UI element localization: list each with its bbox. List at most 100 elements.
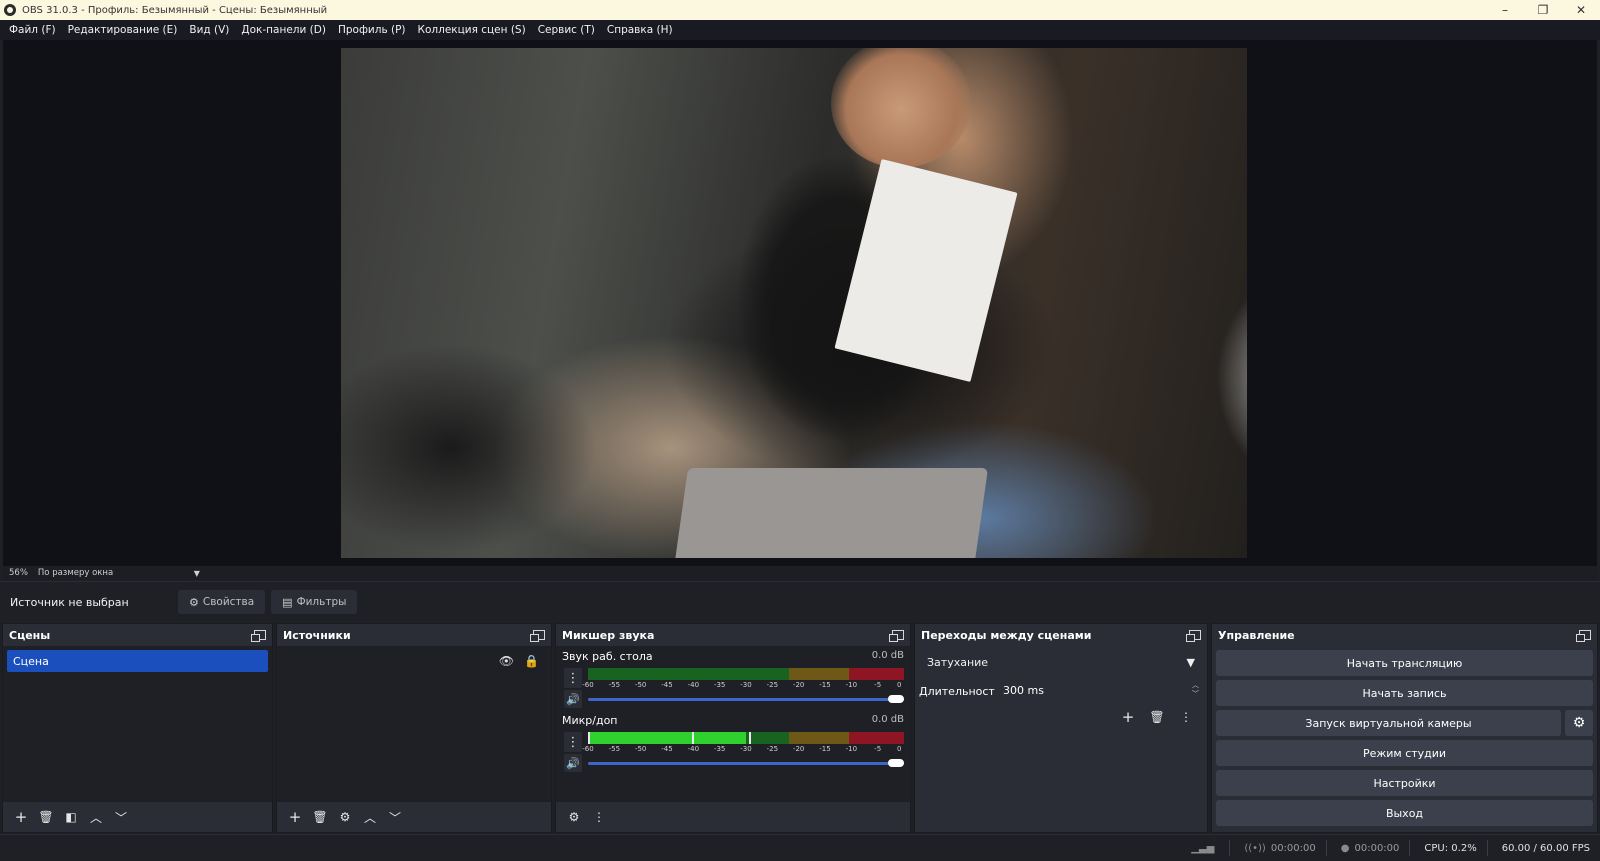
menu-help[interactable]: Справка (H) xyxy=(601,24,679,36)
menu-file[interactable]: Файл (F) xyxy=(3,24,62,36)
mute-button[interactable]: 🔊 xyxy=(564,754,582,772)
menu-tools[interactable]: Сервис (T) xyxy=(532,24,601,36)
source-toolbar: Источник не выбран ⚙ Свойства ▤ Фильтры xyxy=(0,581,1600,622)
scale-mode-select[interactable]: По размеру окна ▼ xyxy=(33,566,204,580)
mixer-menu-button[interactable]: ⋮ xyxy=(587,806,611,828)
tick-label: -45 xyxy=(661,681,673,689)
minimize-button[interactable]: – xyxy=(1486,0,1524,20)
undock-icon[interactable] xyxy=(889,630,904,642)
channel-name: Звук раб. стола xyxy=(562,650,653,663)
duration-value: 300 ms xyxy=(1003,683,1044,697)
start-streaming-button[interactable]: Начать трансляцию xyxy=(1216,650,1593,676)
transition-menu-button[interactable]: ⋮ xyxy=(1174,706,1198,728)
chevron-down-icon: ▼ xyxy=(1186,655,1195,669)
scenes-dock-footer: + 🗑 ◧ ︿ ﹀ xyxy=(3,802,272,832)
add-scene-button[interactable]: + xyxy=(9,806,33,828)
menu-view[interactable]: Вид (V) xyxy=(183,24,235,36)
slider-track xyxy=(588,698,904,701)
meter-ticks: -60 -55 -50 -45 -40 -35 -30 -25 -20 -15 … xyxy=(582,680,904,690)
properties-button[interactable]: ⚙ Свойства xyxy=(178,590,266,614)
exit-button[interactable]: Выход xyxy=(1216,800,1593,826)
tick-label: -35 xyxy=(713,681,726,689)
add-source-button[interactable]: + xyxy=(283,806,307,828)
source-properties-button[interactable]: ⚙ xyxy=(333,806,357,828)
plus-icon: + xyxy=(1121,708,1135,726)
meter-green-segment xyxy=(746,732,789,744)
tick-label: -60 xyxy=(582,681,594,689)
lock-icon[interactable]: 🔒 xyxy=(524,654,539,668)
restore-button[interactable]: ❐ xyxy=(1524,0,1562,20)
start-recording-button[interactable]: Начать запись xyxy=(1216,680,1593,706)
remove-scene-button[interactable]: 🗑 xyxy=(34,806,58,828)
record-time: 00:00:00 xyxy=(1354,842,1400,854)
menu-edit[interactable]: Редактирование (E) xyxy=(62,24,184,36)
menu-docks[interactable]: Док-панели (D) xyxy=(235,24,332,36)
chevron-up-icon[interactable]: ︿ xyxy=(1192,681,1199,690)
filters-label: Фильтры xyxy=(296,596,347,608)
tick-label: -50 xyxy=(634,681,647,689)
gears-icon: ⚙ xyxy=(568,810,580,824)
tick-label: -30 xyxy=(740,681,752,689)
scenes-dock: Сцены Сцена + 🗑 ◧ ︿ ﹀ xyxy=(2,623,273,833)
controls-body: Начать трансляцию Начать запись Запуск в… xyxy=(1212,646,1597,832)
channel-menu-button[interactable]: ⋮ xyxy=(564,732,582,752)
move-scene-up-button[interactable]: ︿ xyxy=(84,806,108,828)
duration-label: Длительность xyxy=(919,685,1002,698)
chevron-down-icon: ﹀ xyxy=(114,810,127,825)
controls-dock-title: Управление xyxy=(1218,628,1295,642)
move-source-down-button[interactable]: ﹀ xyxy=(383,806,407,828)
remove-source-button[interactable]: 🗑 xyxy=(308,806,332,828)
preview-area[interactable] xyxy=(3,40,1597,566)
volume-meter xyxy=(588,668,904,680)
scene-filters-button[interactable]: ◧ xyxy=(59,806,83,828)
slider-handle[interactable] xyxy=(888,695,904,703)
mixer-dock-footer: ⚙ ⋮ xyxy=(556,802,910,832)
mute-button[interactable]: 🔊 xyxy=(564,690,582,708)
undock-icon[interactable] xyxy=(1186,630,1201,642)
menu-scene-collection[interactable]: Коллекция сцен (S) xyxy=(412,24,532,36)
undock-icon[interactable] xyxy=(530,630,545,642)
menu-profile[interactable]: Профиль (P) xyxy=(332,24,412,36)
plus-icon: + xyxy=(14,808,28,826)
eye-icon[interactable]: 👁 xyxy=(499,654,514,668)
virtual-camera-settings-button[interactable]: ⚙ xyxy=(1565,710,1593,736)
preview-canvas[interactable] xyxy=(341,48,1247,558)
settings-button[interactable]: Настройки xyxy=(1216,770,1593,796)
advanced-audio-button[interactable]: ⚙ xyxy=(562,806,586,828)
gear-icon: ⚙ xyxy=(1572,715,1586,731)
volume-slider[interactable] xyxy=(588,759,904,768)
source-row-icons: 👁 🔒 xyxy=(499,654,539,668)
filters-button[interactable]: ▤ Фильтры xyxy=(271,590,358,614)
undock-icon[interactable] xyxy=(251,630,266,642)
stream-time: 00:00:00 xyxy=(1270,842,1316,854)
move-scene-down-button[interactable]: ﹀ xyxy=(109,806,133,828)
chevron-up-icon: ︿ xyxy=(363,810,376,825)
slider-handle[interactable] xyxy=(888,759,904,767)
move-source-up-button[interactable]: ︿ xyxy=(358,806,382,828)
broadcast-icon: ((•)) xyxy=(1244,842,1266,854)
channel-menu-button[interactable]: ⋮ xyxy=(564,668,582,688)
duration-input[interactable]: 300 ms ︿ ﹀ xyxy=(995,678,1203,702)
sources-dock-header: Источники xyxy=(277,624,551,646)
studio-mode-button[interactable]: Режим студии xyxy=(1216,740,1593,766)
trash-icon: 🗑 xyxy=(312,810,328,824)
tick-label: -15 xyxy=(819,681,831,689)
transition-select[interactable]: Затухание ▼ xyxy=(919,650,1203,674)
sources-list[interactable]: 👁 🔒 xyxy=(277,646,551,802)
undock-icon[interactable] xyxy=(1576,630,1591,642)
duration-spinner[interactable]: ︿ ﹀ xyxy=(1192,681,1199,699)
meter-red-segment xyxy=(848,732,904,744)
scene-item[interactable]: Сцена xyxy=(7,650,268,672)
network-signal-indicator: ▁▃▅ xyxy=(1191,843,1219,854)
remove-transition-button[interactable]: 🗑 xyxy=(1145,706,1169,728)
stream-timer: ((•)) 00:00:00 xyxy=(1244,843,1315,854)
chevron-down-icon[interactable]: ﹀ xyxy=(1192,690,1199,699)
start-virtual-camera-button[interactable]: Запуск виртуальной камеры xyxy=(1216,710,1561,736)
close-button[interactable]: ✕ xyxy=(1562,0,1600,20)
add-transition-button[interactable]: + xyxy=(1116,706,1140,728)
sources-dock-footer: + 🗑 ⚙ ︿ ﹀ xyxy=(277,802,551,832)
volume-slider[interactable] xyxy=(588,695,904,704)
channel-db: 0.0 dB xyxy=(871,714,904,725)
controls-dock-header: Управление xyxy=(1212,624,1597,646)
audio-mixer-dock: Микшер звука Звук раб. стола 0.0 dB ⋮ -6… xyxy=(555,623,911,833)
